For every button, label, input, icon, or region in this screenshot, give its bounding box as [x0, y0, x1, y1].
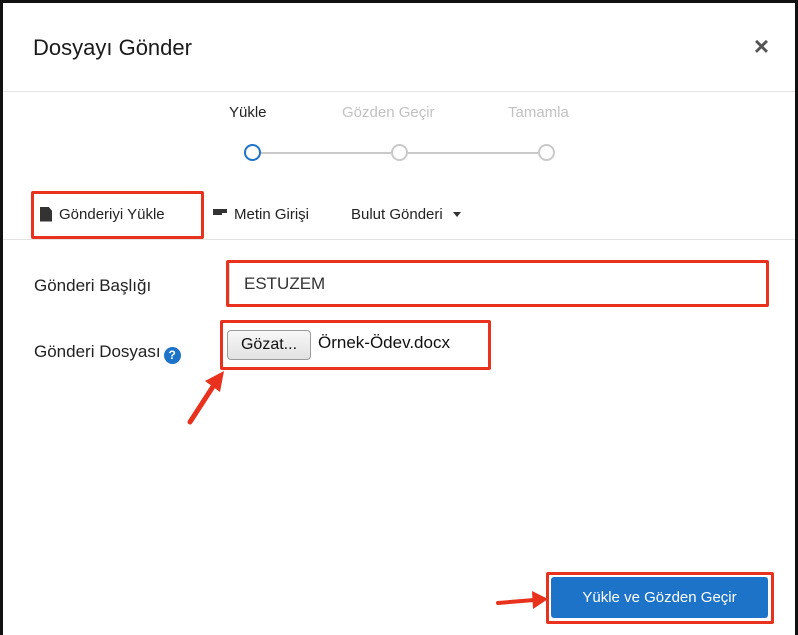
screenshot-frame: [0, 0, 798, 635]
help-icon[interactable]: ?: [163, 346, 181, 364]
document-icon: [40, 206, 52, 222]
upload-and-review-button[interactable]: Yükle ve Gözden Geçir: [551, 577, 768, 618]
lines-icon: [213, 208, 227, 220]
tab-cloud-label: Bulut Gönderi: [351, 205, 443, 223]
step-connector: [407, 152, 538, 154]
arrow-to-file-input-icon: [187, 371, 224, 425]
tab-upload-submission[interactable]: Gönderiyi Yükle: [40, 188, 165, 240]
step-label-review: Gözden Geçir: [342, 104, 435, 121]
step-dot-complete: [538, 144, 555, 161]
arrow-to-submit-icon: [496, 591, 548, 609]
title-field-label: Gönderi Başlığı: [34, 276, 152, 295]
step-label-complete: Tamamla: [508, 104, 569, 121]
file-field-label-text: Gönderi Dosyası: [34, 342, 161, 361]
tab-upload-label: Gönderiyi Yükle: [59, 205, 165, 223]
step-connector: [260, 152, 391, 154]
browse-button[interactable]: Gözat...: [227, 330, 311, 360]
caret-down-icon: [452, 211, 461, 217]
progress-steps: Yükle Gözden Geçir Tamamla: [0, 100, 798, 170]
submission-title-input[interactable]: [229, 262, 767, 306]
step-label-upload: Yükle: [229, 104, 267, 121]
step-dot-upload: [244, 144, 261, 161]
tab-text-entry[interactable]: Metin Girişi: [213, 188, 309, 240]
modal-header: Dosyayı Gönder ×: [3, 3, 795, 92]
submission-tabs: Gönderiyi Yükle Metin Girişi Bulut Gönde…: [3, 188, 795, 240]
tab-text-label: Metin Girişi: [234, 205, 310, 223]
file-field-label: Gönderi Dosyası?: [34, 342, 181, 364]
selected-file-name: Örnek-Ödev.docx: [318, 333, 450, 352]
close-button[interactable]: ×: [754, 33, 769, 59]
dialog-title: Dosyayı Gönder: [33, 35, 192, 60]
tab-cloud-submission[interactable]: Bulut Gönderi: [351, 188, 461, 240]
step-dot-review: [391, 144, 408, 161]
